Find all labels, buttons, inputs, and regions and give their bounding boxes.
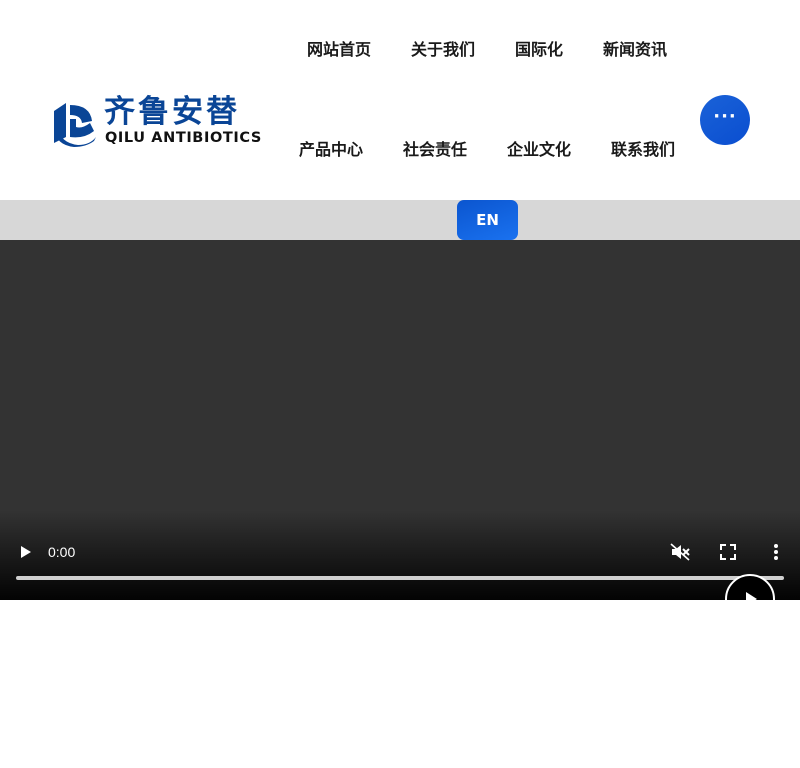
language-bar: EN	[0, 200, 800, 240]
nav-item-news[interactable]: 新闻资讯	[603, 40, 667, 60]
nav-item-about[interactable]: 关于我们	[411, 40, 475, 60]
site-logo[interactable]: 齐鲁安替 QILU ANTIBIOTICS	[50, 94, 275, 149]
nav-item-products[interactable]: 产品中心	[299, 140, 363, 160]
more-menu-button[interactable]: ···	[700, 95, 750, 145]
site-header: 齐鲁安替 QILU ANTIBIOTICS 网站首页 关于我们 国际化 新闻资讯…	[0, 0, 800, 200]
fullscreen-icon[interactable]	[719, 543, 737, 561]
play-icon[interactable]	[16, 543, 34, 561]
mute-icon[interactable]	[670, 543, 690, 561]
nav-item-international[interactable]: 国际化	[515, 40, 563, 60]
nav-item-contact[interactable]: 联系我们	[611, 140, 675, 160]
video-player[interactable]: 0:00	[0, 240, 800, 600]
brand-name-en: QILU ANTIBIOTICS	[105, 130, 262, 146]
nav-item-social-responsibility[interactable]: 社会责任	[403, 140, 467, 160]
video-time: 0:00	[48, 544, 76, 560]
more-vertical-icon[interactable]	[770, 543, 782, 561]
play-circle-icon	[746, 592, 757, 600]
nav-item-culture[interactable]: 企业文化	[507, 140, 571, 160]
nav-item-home[interactable]: 网站首页	[307, 40, 371, 60]
ellipsis-icon: ···	[713, 106, 737, 127]
language-en-button[interactable]: EN	[457, 200, 518, 240]
brand-name-cn: 齐鲁安替	[104, 94, 240, 130]
video-progress-bar[interactable]	[16, 576, 784, 580]
logo-mark-icon	[54, 103, 96, 147]
